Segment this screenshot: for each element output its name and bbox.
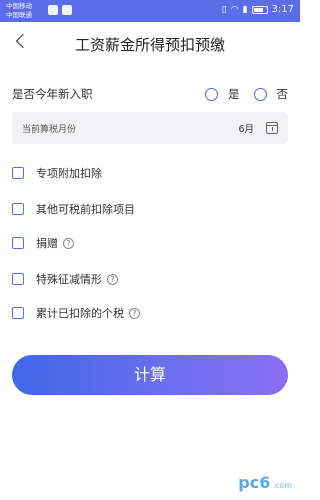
radio-yes-label: 是 [228, 87, 240, 101]
battery-icon [251, 5, 268, 14]
check-item-accumulated-tax[interactable]: 累计已扣除的个税 ? [12, 304, 140, 322]
checkbox[interactable] [12, 307, 24, 319]
notification-icon [48, 5, 58, 15]
radio-no-label: 否 [276, 87, 289, 101]
checkbox[interactable] [12, 273, 24, 285]
message-icon [62, 5, 72, 15]
tax-month-label: 当前算税月份 [22, 124, 77, 135]
help-icon[interactable]: ? [129, 307, 140, 319]
newhire-question: 是否今年新入职 [12, 87, 93, 101]
signal-icon: ▮ [242, 4, 248, 15]
tax-month-value[interactable]: 6月 [238, 121, 254, 135]
check-label: 捐赠 [36, 237, 58, 250]
status-time: 3:17 [271, 4, 294, 15]
check-label: 累计已扣除的个税 [36, 307, 124, 320]
header: 工资薪金所得预扣预缴 [0, 22, 300, 68]
watermark-main: pc6 [238, 473, 271, 492]
tax-month-selector[interactable]: 当前算税月份 6月 [12, 112, 288, 144]
checkbox[interactable] [12, 167, 24, 179]
radio-yes[interactable]: 是 [205, 86, 240, 102]
carrier-info: 中国移动 中国联通 [6, 2, 32, 20]
check-item-other-deduction[interactable]: 其他可税前扣除项目 [12, 200, 135, 218]
notification-icons [48, 5, 72, 15]
check-label: 专项附加扣除 [36, 167, 102, 180]
check-item-donation[interactable]: 捐赠 ? [12, 234, 74, 252]
check-label: 其他可税前扣除项目 [36, 203, 135, 216]
radio-yes-circle[interactable] [205, 87, 218, 101]
check-item-special-deduction[interactable]: 专项附加扣除 [12, 164, 102, 182]
radio-no[interactable]: 否 [253, 86, 289, 102]
checkbox[interactable] [12, 237, 24, 249]
carrier-line-1: 中国移动 [6, 2, 32, 10]
status-bar: 中国移动 中国联通 ▯ ◠ ▮ 3:17 [0, 0, 300, 22]
wifi-icon: ◠ [230, 4, 239, 15]
calendar-icon[interactable] [266, 122, 278, 134]
watermark-sub: .com [272, 481, 292, 490]
help-icon[interactable]: ? [107, 273, 118, 285]
status-right: ▯ ◠ ▮ 3:17 [222, 4, 294, 15]
vibrate-icon: ▯ [221, 4, 227, 15]
check-label: 特殊征减情形 [36, 273, 102, 286]
page-title: 工资薪金所得预扣预缴 [74, 36, 225, 54]
radio-no-circle[interactable] [253, 87, 267, 101]
carrier-line-2: 中国联通 [6, 11, 32, 19]
help-icon[interactable]: ? [63, 237, 74, 249]
newhire-row: 是否今年新入职 是 否 [12, 83, 288, 105]
check-item-special-reduction[interactable]: 特殊征减情形 ? [12, 270, 118, 288]
calculate-button[interactable]: 计算 [12, 355, 288, 395]
watermark-logo: pc6 .com [238, 473, 292, 492]
checkbox[interactable] [12, 203, 24, 215]
